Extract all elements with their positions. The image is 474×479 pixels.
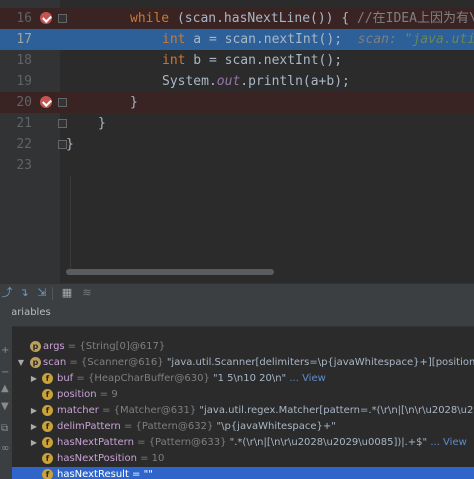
code-line-16[interactable]: 16 while (scan.hasNextLine()) { //在IDEA上… — [0, 8, 474, 29]
code-line-17[interactable]: 17 int a = scan.nextInt(); scan: "java.u… — [0, 29, 474, 50]
parameter-icon: p — [30, 341, 41, 352]
line-number: 18 — [16, 53, 32, 68]
code-text: System.out.println(a+b); — [162, 74, 350, 89]
variable-row[interactable]: ▶ f delimPattern = {Pattern@632} "\p{jav… — [12, 419, 474, 435]
toolbar-separator — [52, 287, 53, 300]
code-line-22[interactable]: 22 } — [0, 134, 474, 155]
field-icon: f — [42, 437, 53, 448]
variable-row[interactable]: f hasNextPosition = 10 — [12, 451, 474, 467]
code-text: while (scan.hasNextLine()) { //在IDEA上因为有… — [130, 11, 474, 26]
field-icon: f — [42, 453, 53, 464]
code-editor[interactable]: 16 while (scan.hasNextLine()) { //在IDEA上… — [0, 0, 474, 283]
code-line-20[interactable]: 20 } — [0, 92, 474, 113]
field-icon: f — [42, 421, 53, 432]
variables-panel-header: Variables — [0, 302, 474, 327]
view-link[interactable]: ... View — [427, 437, 466, 448]
line-number: 20 — [16, 95, 32, 110]
expand-arrow-icon[interactable]: ▶ — [30, 419, 38, 435]
down-icon[interactable]: ▼ — [1, 402, 11, 412]
breakpoint-icon[interactable] — [40, 96, 52, 108]
breakpoint-icon[interactable] — [40, 12, 52, 24]
debug-toolbar: ⤴ ↴ ⇲ ▦ ≋ — [0, 283, 474, 304]
code-line-21[interactable]: 21 } — [0, 113, 474, 134]
inline-debug-value: "java.util — [404, 32, 474, 47]
field-icon: f — [42, 389, 53, 400]
collapse-arrow-icon[interactable]: ▼ — [17, 355, 25, 371]
field-icon: f — [42, 469, 53, 479]
line-number: 21 — [16, 116, 32, 131]
code-text: } — [130, 95, 138, 110]
code-line-19[interactable]: 19 System.out.println(a+b); — [0, 71, 474, 92]
step-over-icon[interactable]: ⤴ — [0, 286, 14, 300]
variable-row-selected[interactable]: f hasNextResult = "" — [12, 467, 474, 479]
field-icon: f — [42, 373, 53, 384]
variables-tree[interactable]: p args = {String[0]@617} ▼ p scan = {Sca… — [12, 327, 474, 479]
code-line-23[interactable]: 23 — [0, 155, 474, 176]
force-step-into-icon[interactable]: ⇲ — [35, 286, 49, 300]
fold-icon[interactable] — [58, 98, 67, 107]
variable-row[interactable]: f position = 9 — [12, 387, 474, 403]
copy-icon[interactable]: ⧉ — [1, 424, 11, 434]
horizontal-scrollbar[interactable] — [66, 269, 274, 275]
line-number: 16 — [16, 11, 32, 26]
variable-row[interactable]: ▶ f buf = {HeapCharBuffer@630} "1 5\n10 … — [12, 371, 474, 387]
line-number: 22 — [16, 137, 32, 152]
indent-guide — [70, 176, 71, 272]
side-toolbar: + − ▲ ▼ ⧉ ∞ — [0, 302, 12, 479]
glasses-icon[interactable]: ∞ — [1, 444, 11, 454]
variable-row[interactable]: ▶ f hasNextPattern = {Pattern@633} ".*(\… — [12, 435, 474, 451]
line-number: 23 — [16, 158, 32, 173]
evaluate-expression-icon[interactable]: ▦ — [60, 286, 74, 300]
field-icon: f — [42, 405, 53, 416]
line-number: 17 — [16, 32, 32, 47]
variable-row[interactable]: ▼ p scan = {Scanner@616} "java.util.Scan… — [12, 355, 474, 371]
code-text: int b = scan.nextInt(); — [162, 53, 343, 68]
inline-debug-label: scan: — [357, 32, 405, 47]
expand-arrow-icon[interactable]: ▶ — [30, 403, 38, 419]
parameter-icon: p — [30, 357, 41, 368]
variable-row[interactable]: p args = {String[0]@617} — [12, 339, 474, 355]
view-link[interactable]: ... View — [286, 373, 325, 384]
code-text: } — [98, 116, 106, 131]
trace-icon[interactable]: ≋ — [80, 286, 94, 300]
code-line-18[interactable]: 18 int b = scan.nextInt(); — [0, 50, 474, 71]
expand-arrow-icon[interactable]: ▶ — [30, 435, 38, 451]
remove-icon[interactable]: − — [1, 368, 11, 378]
code-text: int a = scan.nextInt(); scan: "java.util — [162, 29, 474, 50]
code-text: } — [66, 137, 74, 152]
up-icon[interactable]: ▲ — [1, 384, 11, 394]
expand-arrow-icon[interactable]: ▶ — [30, 371, 38, 387]
fold-icon[interactable] — [58, 14, 67, 23]
step-into-icon[interactable]: ↴ — [17, 286, 31, 300]
fold-icon[interactable] — [58, 119, 67, 128]
line-number: 19 — [16, 74, 32, 89]
variable-row[interactable]: ▶ f matcher = {Matcher@631} "java.util.r… — [12, 403, 474, 419]
add-icon[interactable]: + — [1, 346, 11, 356]
